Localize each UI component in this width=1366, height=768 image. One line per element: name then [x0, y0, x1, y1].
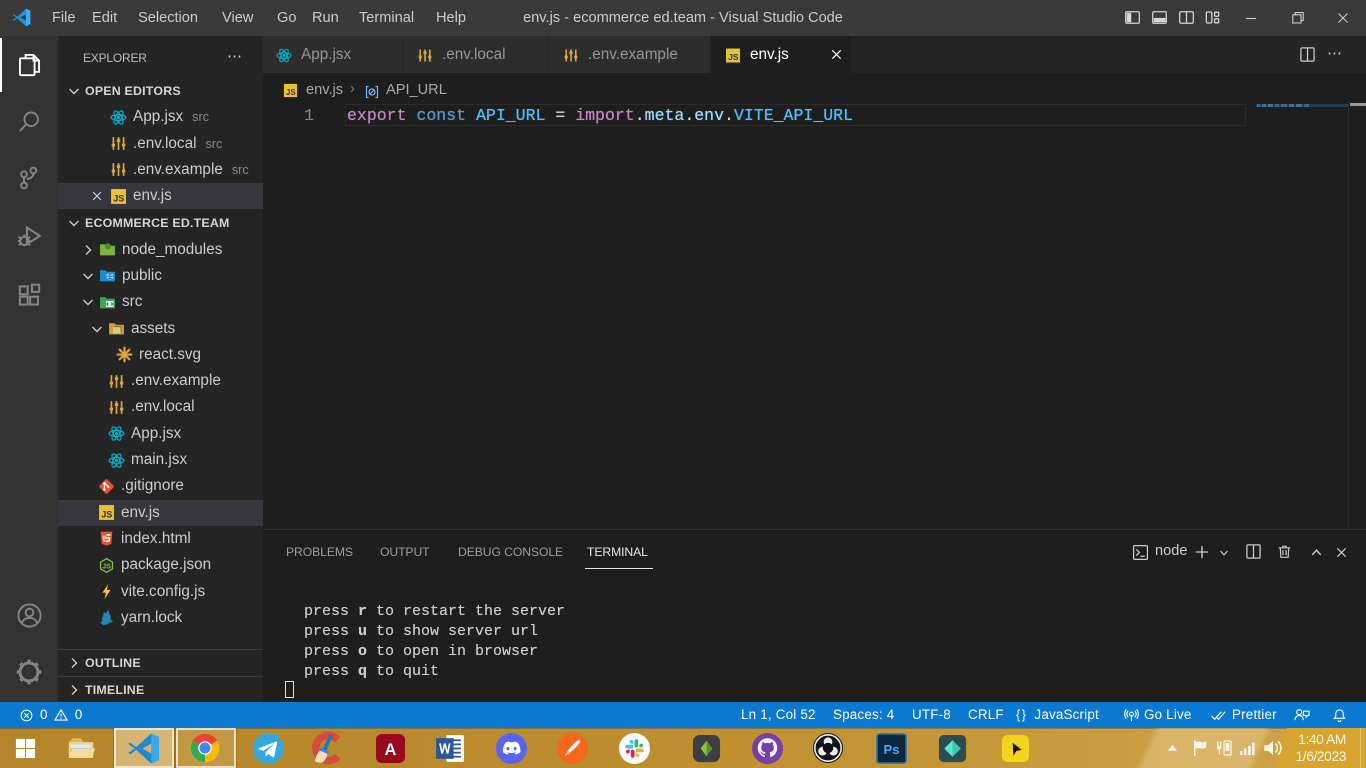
- svg-text:A: A: [384, 740, 396, 758]
- svg-text:JS: JS: [113, 193, 124, 203]
- svg-text:JS: JS: [102, 563, 111, 570]
- svg-text:JS: JS: [728, 52, 739, 62]
- svg-text:JS: JS: [286, 88, 296, 97]
- svg-text:JS: JS: [101, 509, 112, 519]
- svg-text:Ps: Ps: [883, 741, 899, 756]
